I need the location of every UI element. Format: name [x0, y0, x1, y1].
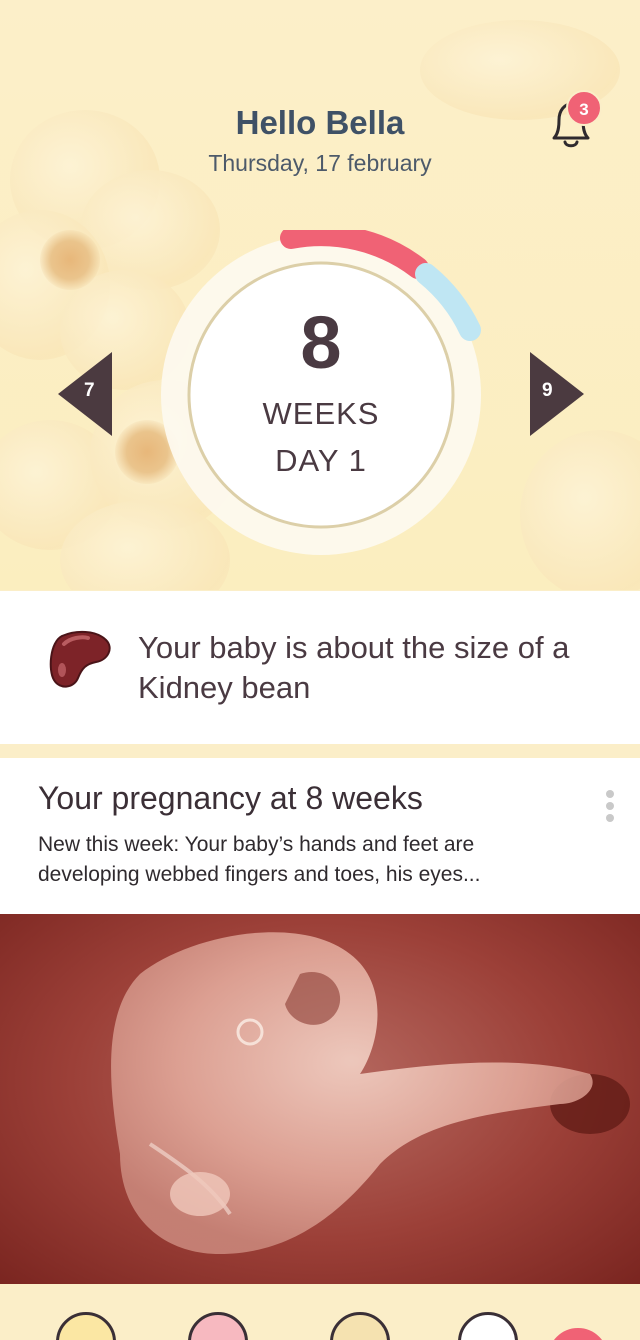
embryo-image[interactable] [0, 914, 640, 1284]
previous-week-button[interactable]: 7 [58, 352, 112, 436]
next-week-button[interactable]: 9 [530, 352, 584, 436]
previous-week-number: 7 [84, 380, 95, 401]
article-summary: New this week: Your baby’s hands and fee… [38, 833, 481, 886]
day-label: DAY 1 [275, 443, 367, 478]
current-date: Thursday, 17 february [208, 150, 432, 176]
flower-petal [520, 430, 640, 590]
pregnancy-progress-ring [161, 230, 481, 555]
compass-icon[interactable] [458, 1312, 518, 1340]
add-icon[interactable] [548, 1328, 608, 1340]
week-number: 8 [300, 301, 342, 384]
no-sign-icon[interactable] [188, 1312, 248, 1340]
baby-size-text: Your baby is about the size of a Kidney … [138, 630, 570, 705]
article-title: Your pregnancy at 8 weeks [38, 780, 423, 816]
arrow-right-icon [530, 352, 584, 436]
weeks-label: WEEKS [262, 396, 380, 431]
baby-face-icon[interactable] [56, 1312, 116, 1340]
more-options-icon[interactable] [600, 790, 620, 824]
notification-badge: 3 [566, 90, 602, 126]
kidney-bean-icon [49, 630, 111, 688]
flower-center [40, 230, 100, 290]
embryo-illustration [111, 932, 630, 1254]
next-week-number: 9 [542, 380, 553, 401]
bottom-tab-bar [0, 1284, 640, 1340]
bandage-icon[interactable] [330, 1312, 390, 1340]
